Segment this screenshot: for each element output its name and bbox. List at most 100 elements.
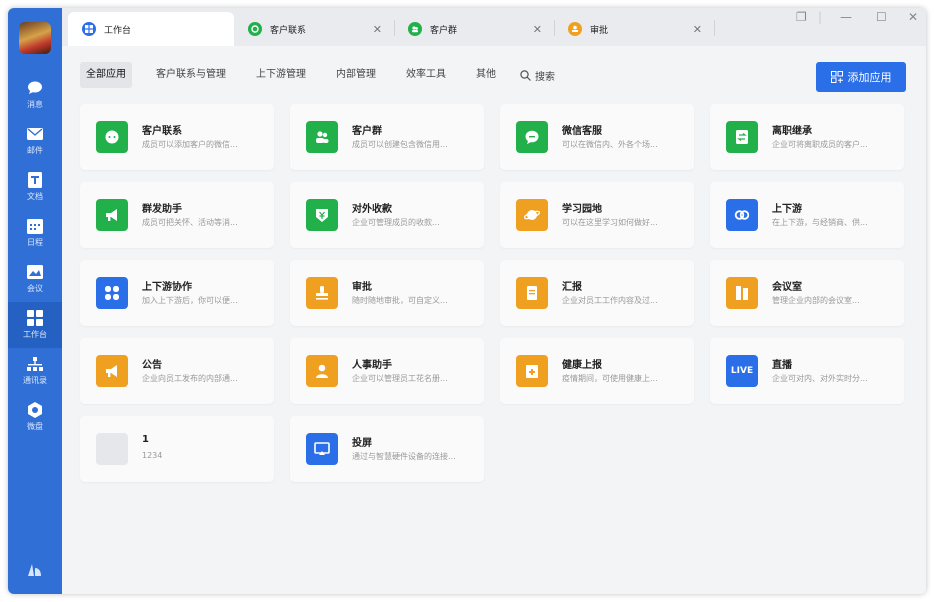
- app-description: 成员可以创建包含微信用...: [352, 140, 448, 149]
- app-description: 通过与智慧硬件设备的连接...: [352, 452, 456, 461]
- app-title: 健康上报: [562, 360, 602, 371]
- app-card[interactable]: 会议室 管理企业内部的会议室...: [710, 260, 904, 326]
- app-card[interactable]: 投屏 通过与智慧硬件设备的连接...: [290, 416, 484, 482]
- group-icon: [408, 22, 422, 36]
- tab-customer-contact[interactable]: 客户联系 ✕: [234, 12, 394, 46]
- app-title: 直播: [772, 360, 792, 371]
- tab-title: 客户联系: [270, 25, 307, 36]
- app-title: 1: [142, 434, 149, 445]
- filter-efficiency-tools[interactable]: 效率工具: [400, 62, 452, 88]
- search-button[interactable]: 搜索: [520, 68, 555, 83]
- app-description: 在上下游，与经销商、供...: [772, 218, 868, 227]
- search-icon: [520, 69, 531, 81]
- workbench-grid-icon: [82, 22, 96, 36]
- restore-window-icon[interactable]: ❐: [796, 10, 807, 24]
- transfer-icon: [726, 121, 758, 153]
- app-title: 会议室: [772, 282, 802, 293]
- app-card[interactable]: 上下游 在上下游，与经销商、供...: [710, 182, 904, 248]
- app-card[interactable]: 客户联系 成员可以添加客户的微信...: [80, 104, 274, 170]
- window-control-divider: |: [818, 10, 823, 24]
- sidebar-item-meeting[interactable]: 会议: [8, 256, 62, 302]
- sidebar-item-workbench[interactable]: 工作台: [8, 302, 62, 348]
- tab-customer-group[interactable]: 客户群 ✕: [394, 12, 554, 46]
- link-icon: [726, 199, 758, 231]
- app-card[interactable]: LIVE 直播企业可对内、对外实时分...: [710, 338, 904, 404]
- contacts-tree-icon: [26, 356, 44, 372]
- avatar[interactable]: [19, 22, 51, 54]
- sidebar-item-label: 微盘: [27, 422, 43, 431]
- sidebar-item-cloud-disk[interactable]: 微盘: [8, 394, 62, 440]
- app-description: 可以在微信内、外各个场...: [562, 140, 658, 149]
- filter-other[interactable]: 其他: [470, 62, 502, 88]
- close-icon[interactable]: ✕: [373, 23, 382, 36]
- tab-approval[interactable]: 审批 ✕: [554, 12, 714, 46]
- grid-dots-icon: [96, 277, 128, 309]
- document-icon: [26, 172, 44, 188]
- filter-all-apps[interactable]: 全部应用: [80, 62, 132, 88]
- workbench-content: 全部应用 客户联系与管理 上下游管理 内部管理 效率工具 其他 搜索 添加应用 …: [62, 46, 926, 594]
- app-title: 对外收款: [352, 204, 392, 215]
- app-card[interactable]: 1 1234: [80, 416, 274, 482]
- app-card[interactable]: 群发助手 成员可把关怀、活动等消...: [80, 182, 274, 248]
- app-card[interactable]: 对外收款 企业可管理成员的收款...: [290, 182, 484, 248]
- app-card[interactable]: 微信客服可以在微信内、外各个场...: [500, 104, 694, 170]
- app-description: 企业向员工发布的内部通...: [142, 374, 238, 383]
- sidebar-item-mail[interactable]: 邮件: [8, 118, 62, 164]
- person-icon: [306, 355, 338, 387]
- sidebar-item-label: 通讯录: [23, 376, 47, 385]
- live-icon: LIVE: [726, 355, 758, 387]
- app-description: 企业可以管理员工花名册...: [352, 374, 448, 383]
- app-card[interactable]: 人事助手企业可以管理员工花名册...: [290, 338, 484, 404]
- app-description: 随时随地审批，可自定义...: [352, 296, 448, 305]
- sidebar-item-label: 会议: [27, 284, 43, 293]
- close-icon[interactable]: ✕: [533, 23, 542, 36]
- app-title: 离职继承: [772, 126, 812, 137]
- tab-title: 工作台: [104, 25, 132, 36]
- chat-bubble-icon: [26, 80, 44, 96]
- app-logo-icon[interactable]: [26, 560, 44, 578]
- app-card[interactable]: 学习园地可以在这里学习如何做好...: [500, 182, 694, 248]
- megaphone-icon: [96, 355, 128, 387]
- sidebar: 消息 邮件 文档 日程 会议 工作台 通讯录 微盘: [8, 8, 62, 594]
- app-description: 企业可对内、对外实时分...: [772, 374, 868, 383]
- live-icon-text: LIVE: [730, 366, 754, 376]
- window-close-icon[interactable]: ✕: [908, 10, 918, 24]
- tab-bar: 工作台 客户联系 ✕ 客户群 ✕ 审批 ✕ ❐ | — ☐ ✕: [62, 8, 926, 46]
- planet-icon: [516, 199, 548, 231]
- app-card[interactable]: 汇报 企业对员工工作内容及过...: [500, 260, 694, 326]
- app-card[interactable]: 公告 企业向员工发布的内部通...: [80, 338, 274, 404]
- tab-workbench[interactable]: 工作台: [68, 12, 234, 46]
- sidebar-item-docs[interactable]: 文档: [8, 164, 62, 210]
- app-card[interactable]: 健康上报 疫情期间，可使用健康上...: [500, 338, 694, 404]
- mail-icon: [26, 126, 44, 142]
- filter-upstream-downstream[interactable]: 上下游管理: [250, 62, 312, 88]
- filter-customer-management[interactable]: 客户联系与管理: [150, 62, 232, 88]
- meeting-icon: [26, 264, 44, 280]
- app-title: 客户联系: [142, 126, 182, 137]
- tab-title: 客户群: [430, 25, 458, 36]
- category-filter-bar: 全部应用 客户联系与管理 上下游管理 内部管理 效率工具 其他 搜索: [80, 62, 555, 88]
- filter-internal-management[interactable]: 内部管理: [330, 62, 382, 88]
- blank-app-icon: [96, 433, 128, 465]
- app-card[interactable]: 审批 随时随地审批，可自定义...: [290, 260, 484, 326]
- app-title: 群发助手: [142, 204, 182, 215]
- close-icon[interactable]: ✕: [693, 23, 702, 36]
- maximize-icon[interactable]: ☐: [876, 10, 887, 24]
- sidebar-item-calendar[interactable]: 日程: [8, 210, 62, 256]
- tab-title: 审批: [590, 25, 609, 36]
- add-app-button[interactable]: 添加应用: [816, 62, 906, 92]
- app-title: 人事助手: [352, 360, 392, 371]
- app-card[interactable]: 上下游协作 加入上下游后，你可以便...: [80, 260, 274, 326]
- sidebar-item-messages[interactable]: 消息: [8, 72, 62, 118]
- sidebar-item-contacts[interactable]: 通讯录: [8, 348, 62, 394]
- payment-icon: [306, 199, 338, 231]
- stamp-icon: [568, 22, 582, 36]
- app-title: 上下游协作: [142, 282, 192, 293]
- app-title: 学习园地: [562, 204, 602, 215]
- app-card[interactable]: 离职继承 企业可将离职成员的客户...: [710, 104, 904, 170]
- app-title: 微信客服: [562, 126, 602, 137]
- app-card[interactable]: 客户群 成员可以创建包含微信用...: [290, 104, 484, 170]
- app-description: 可以在这里学习如何做好...: [562, 218, 658, 227]
- minimize-icon[interactable]: —: [840, 10, 852, 24]
- tab-divider: [714, 20, 715, 36]
